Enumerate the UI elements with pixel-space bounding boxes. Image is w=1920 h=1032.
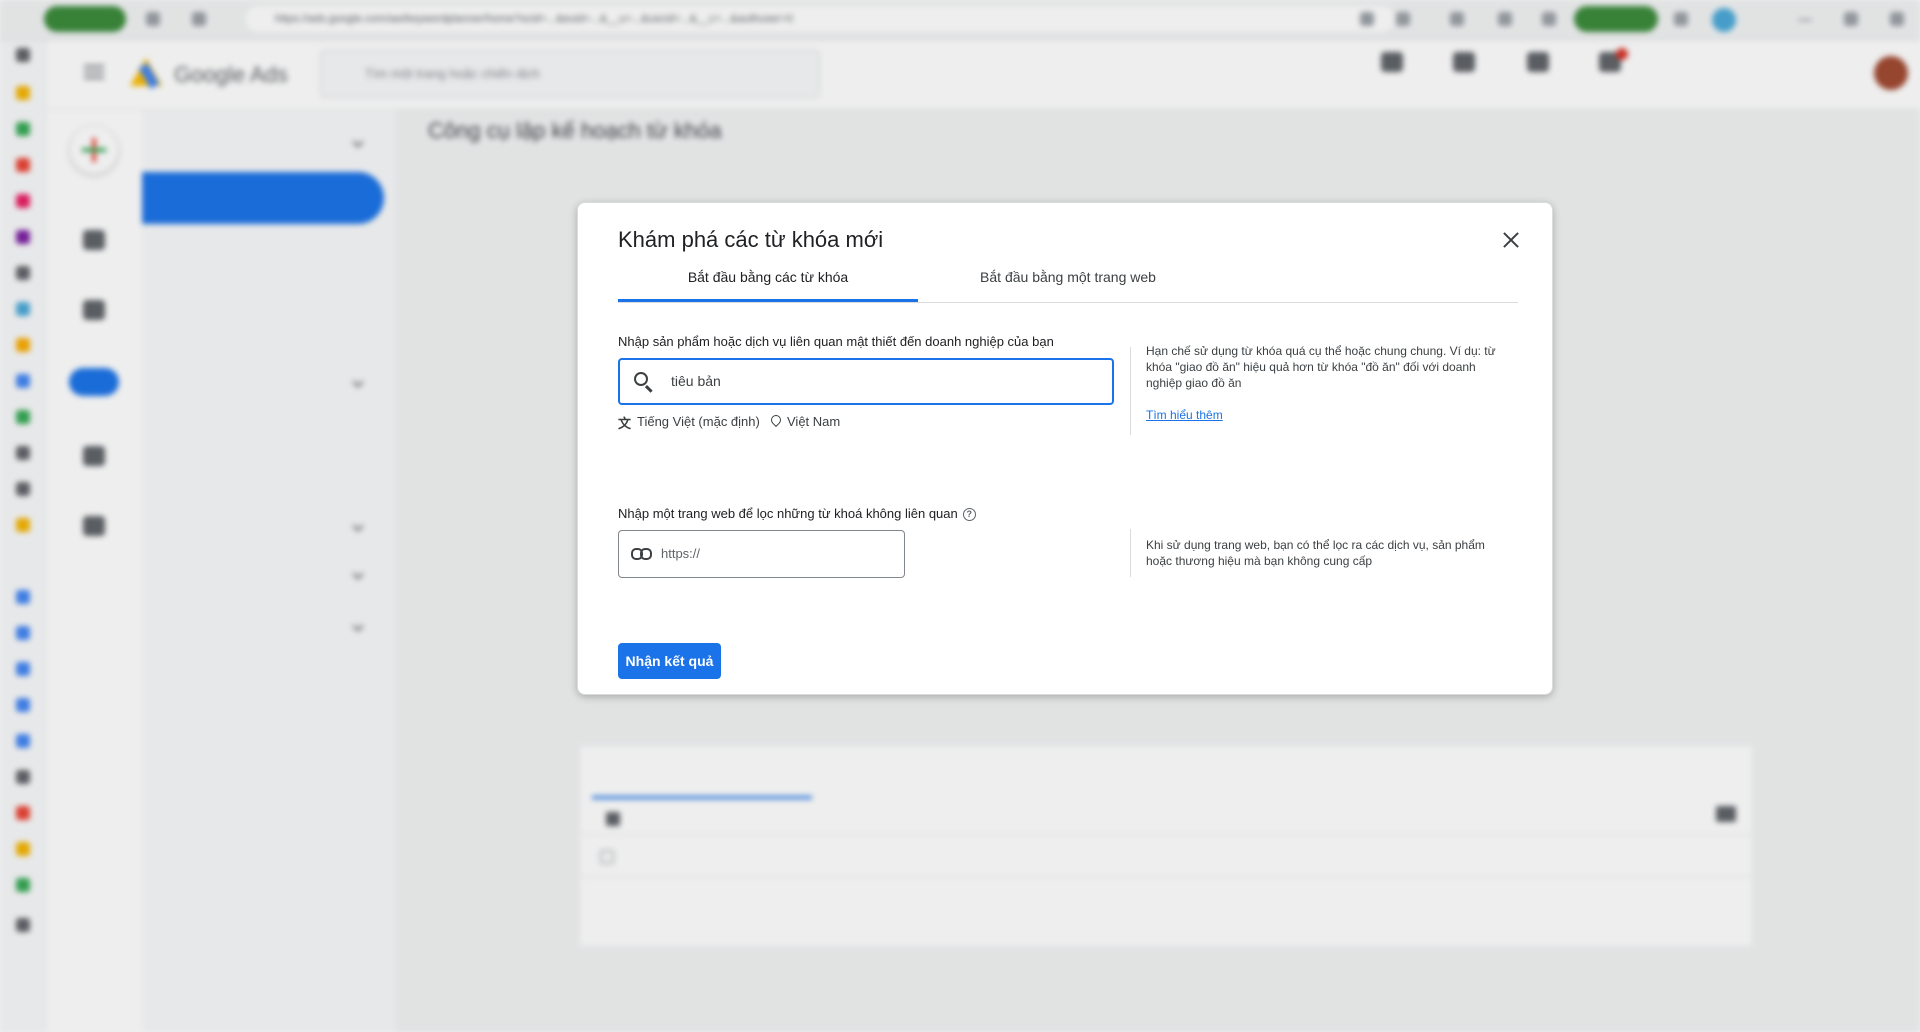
link-icon bbox=[631, 548, 653, 560]
website-input-label-text: Nhập một trang web để lọc những từ khoá … bbox=[618, 506, 958, 521]
keywords-help-divider bbox=[1130, 347, 1131, 435]
website-help-text: Khi sử dụng trang web, bạn có thể lọc ra… bbox=[1146, 538, 1485, 568]
close-icon[interactable] bbox=[1498, 227, 1524, 253]
translate-icon: 文 bbox=[618, 416, 632, 431]
discover-keywords-dialog: Khám phá các từ khóa mới Bắt đầu bằng cá… bbox=[577, 202, 1553, 695]
search-icon bbox=[634, 372, 648, 386]
help-circle-icon[interactable]: ? bbox=[962, 508, 976, 521]
keywords-input-value: tiêu bản bbox=[671, 373, 721, 389]
location-selector[interactable]: Việt Nam bbox=[771, 414, 840, 429]
website-input-label: Nhập một trang web để lọc những từ khoá … bbox=[618, 506, 976, 521]
get-results-button[interactable]: Nhận kết quả bbox=[618, 643, 721, 679]
website-url-input[interactable]: https:// bbox=[618, 530, 905, 578]
keywords-input-label: Nhập sản phẩm hoặc dịch vụ liên quan mật… bbox=[618, 334, 1054, 349]
keywords-input[interactable]: tiêu bản bbox=[618, 358, 1114, 405]
keywords-help-text: Hạn chế sử dụng từ khóa quá cụ thể hoặc … bbox=[1146, 344, 1496, 390]
location-value: Việt Nam bbox=[787, 414, 841, 429]
language-value: Tiếng Việt (mặc định) bbox=[637, 414, 760, 429]
location-pin-icon bbox=[771, 415, 781, 428]
tab-start-with-keywords[interactable]: Bắt đầu bằng các từ khóa bbox=[618, 267, 918, 303]
learn-more-link[interactable]: Tìm hiểu thêm bbox=[1146, 408, 1223, 422]
active-tab-indicator bbox=[618, 299, 918, 302]
tab-start-with-website[interactable]: Bắt đầu bằng một trang web bbox=[918, 267, 1218, 303]
dialog-title: Khám phá các từ khóa mới bbox=[618, 227, 884, 252]
language-selector[interactable]: 文 Tiếng Việt (mặc định) bbox=[618, 414, 760, 431]
website-url-placeholder: https:// bbox=[661, 546, 701, 561]
